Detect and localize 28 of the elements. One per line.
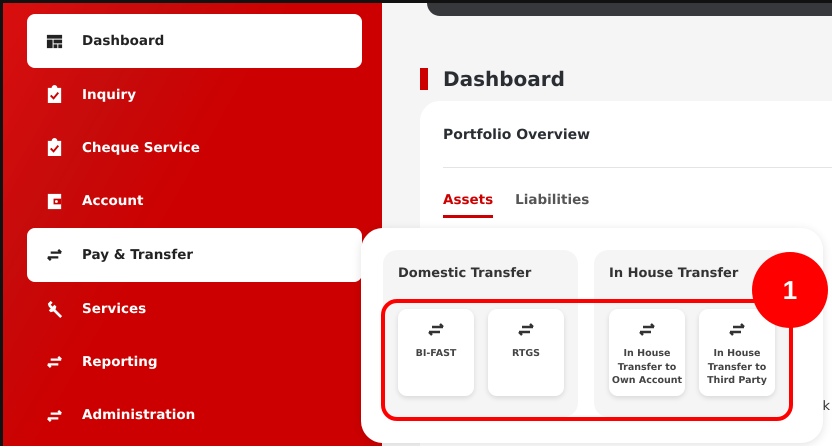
heading-accent	[420, 68, 428, 90]
sidebar-item[interactable]: Cheque Service	[27, 121, 362, 175]
tab[interactable]: Liabilities	[515, 192, 590, 218]
group-title: In House Transfer	[609, 266, 740, 281]
menu-tile[interactable]: RTGS	[488, 309, 564, 396]
sidebar-item[interactable]: Administration	[27, 388, 362, 442]
menu-tile[interactable]: In House Transfer to Third Party	[699, 309, 775, 396]
tile-label: In House Transfer to Own Account	[610, 347, 684, 388]
tile-label: In House Transfer to Third Party	[706, 347, 768, 388]
clipboard-check-icon	[45, 138, 64, 158]
page-title: Dashboard	[443, 67, 565, 91]
menu-tile[interactable]: BI-FAST	[398, 309, 474, 396]
partial-text: k	[822, 399, 830, 414]
menu-tile[interactable]: In House Transfer to Own Account	[609, 309, 685, 396]
group-title: Domestic Transfer	[398, 266, 532, 281]
wallet-icon	[45, 192, 64, 211]
card-title: Portfolio Overview	[443, 127, 832, 168]
wrench-icon	[45, 299, 64, 318]
tile-label: BI-FAST	[416, 347, 456, 360]
tab[interactable]: Assets	[443, 192, 494, 218]
sidebar-item[interactable]: Reporting	[27, 335, 362, 388]
tile-label: RTGS	[512, 347, 540, 360]
sidebar-item[interactable]: Services	[27, 282, 362, 336]
sidebar-item[interactable]: Inquiry	[27, 68, 362, 122]
clipboard-check-icon	[45, 85, 64, 104]
sidebar-item[interactable]: Pay & Transfer	[27, 228, 362, 282]
sidebar-item[interactable]: Dashboard	[27, 14, 362, 68]
sidebar-item[interactable]: Account	[27, 174, 362, 228]
